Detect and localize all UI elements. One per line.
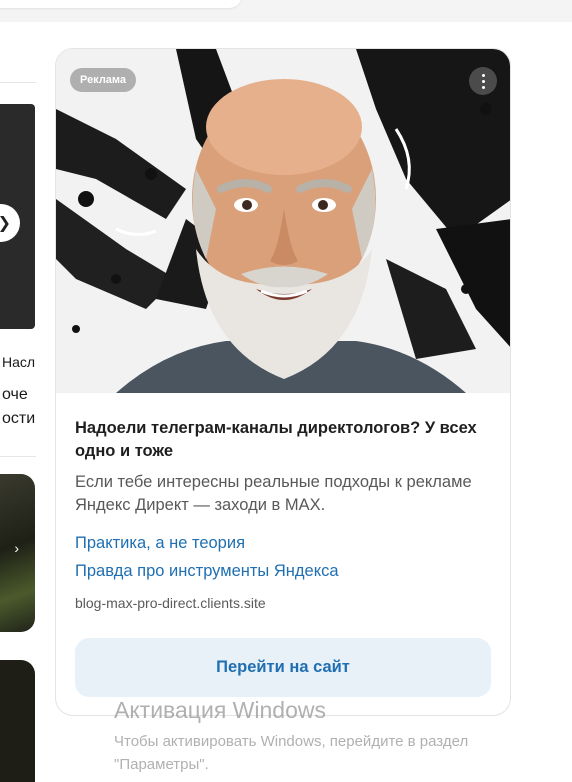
ad-title[interactable]: Надоели телеграм-каналы директологов? У … [75, 417, 495, 463]
windows-activation-line: Чтобы активировать Windows, перейдите в … [114, 733, 469, 750]
chevron-right-icon: › [14, 540, 19, 556]
neighbour-card-title[interactable]: Насл [2, 354, 36, 370]
ad-sitelink[interactable]: Практика, а не теория [75, 532, 245, 555]
ad-illustration [56, 49, 510, 393]
windows-activation-line: "Параметры". [114, 756, 209, 773]
top-bar [0, 0, 572, 22]
ad-card[interactable]: Реклама Надоели телеграм-каналы директол… [55, 48, 511, 716]
ad-image[interactable]: Реклама [56, 49, 510, 393]
divider [0, 82, 36, 83]
neighbour-card-text[interactable]: ости [2, 410, 36, 428]
ad-description: Если тебе интересны реальные подходы к р… [75, 473, 472, 514]
neighbour-card[interactable] [0, 660, 35, 782]
neighbour-photo-card[interactable]: › [0, 474, 35, 632]
windows-activation-title: Активация Windows [114, 697, 326, 723]
chevron-right-icon: ❯ [0, 213, 11, 233]
ad-sitelink[interactable]: Правда про инструменты Яндекса [75, 560, 339, 583]
windows-activation-subtitle: Чтобы активировать Windows, перейдите в … [114, 730, 564, 776]
ad-domain[interactable]: blog-max-pro-direct.clients.site [75, 595, 266, 611]
ad-label-badge: Реклама [70, 68, 137, 92]
visit-site-button[interactable]: Перейти на сайт [75, 638, 491, 697]
more-options-icon[interactable] [469, 67, 497, 95]
search-pill[interactable] [0, 0, 242, 8]
divider [0, 456, 36, 457]
left-feed-column: ❯ Насл оче ости › [0, 22, 44, 782]
neighbour-card-text[interactable]: оче [2, 386, 36, 404]
